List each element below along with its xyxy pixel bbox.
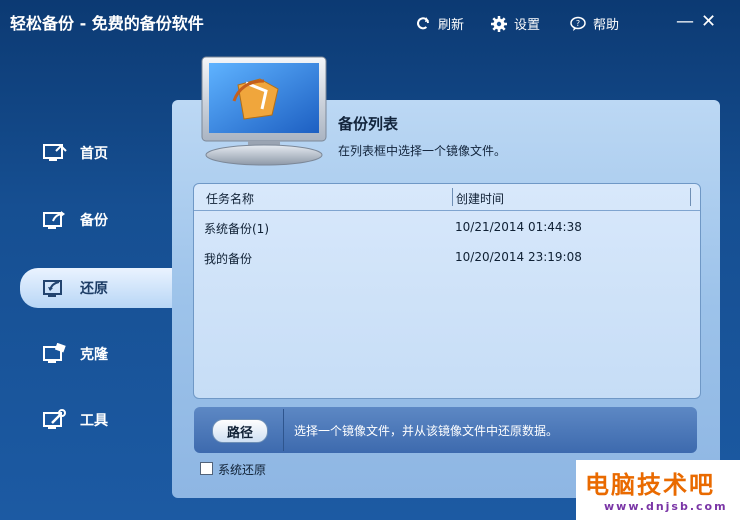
path-button[interactable]: 路径 <box>212 419 268 443</box>
refresh-button[interactable]: 刷新 <box>414 14 464 33</box>
table-row[interactable]: 我的备份 10/20/2014 23:19:08 <box>194 244 700 270</box>
refresh-icon <box>414 15 432 33</box>
help-icon: ? <box>569 15 587 33</box>
column-header-created-time[interactable]: 创建时间 <box>456 190 504 207</box>
sidebar-item-label: 首页 <box>80 146 108 162</box>
settings-label: 设置 <box>514 18 541 33</box>
window-title: 轻松备份 - 免费的备份软件 <box>10 14 204 33</box>
close-button[interactable]: ✕ <box>701 13 716 31</box>
sidebar-item-label: 备份 <box>80 213 108 229</box>
sidebar-item-home[interactable]: 首页 <box>20 133 170 173</box>
column-divider[interactable] <box>452 188 453 206</box>
task-name-cell: 系统备份(1) <box>204 222 269 236</box>
sidebar-item-clone[interactable]: 克隆 <box>20 334 170 374</box>
table-row[interactable]: 系统备份(1) 10/21/2014 01:44:38 <box>194 214 700 240</box>
monitor-restore-illustration <box>198 55 328 167</box>
sidebar-item-restore[interactable]: 还原 <box>20 268 180 308</box>
panel-title: 备份列表 <box>338 115 399 133</box>
settings-button[interactable]: 设置 <box>490 14 540 33</box>
app-window: 轻松备份 - 免费的备份软件 刷新 设置 ? 帮助 — ✕ 首页 备份 还原 克… <box>0 0 740 520</box>
sidebar-item-label: 工具 <box>80 413 108 429</box>
path-divider <box>283 409 284 451</box>
gear-icon <box>490 15 508 33</box>
created-time-cell: 10/21/2014 01:44:38 <box>455 220 582 234</box>
system-restore-checkbox[interactable] <box>200 462 213 475</box>
system-restore-label: 系统还原 <box>218 463 267 477</box>
help-label: 帮助 <box>593 18 620 33</box>
monitor-home-icon <box>42 140 68 166</box>
refresh-label: 刷新 <box>438 18 465 33</box>
panel-subtitle: 在列表框中选择一个镜像文件。 <box>338 144 507 158</box>
backup-list[interactable]: 任务名称 创建时间 系统备份(1) 10/21/2014 01:44:38 我的… <box>193 183 701 399</box>
monitor-tools-icon <box>42 407 68 433</box>
help-button[interactable]: ? 帮助 <box>569 14 619 33</box>
monitor-backup-icon <box>42 207 68 233</box>
watermark-url: www.dnjsb.com <box>604 500 728 513</box>
sidebar-item-backup[interactable]: 备份 <box>20 200 170 240</box>
sidebar-item-tools[interactable]: 工具 <box>20 400 170 440</box>
monitor-clone-icon <box>42 341 68 367</box>
column-divider[interactable] <box>690 188 691 206</box>
watermark-title: 电脑技术吧 <box>585 471 715 499</box>
monitor-restore-icon <box>42 275 68 301</box>
created-time-cell: 10/20/2014 23:19:08 <box>455 250 582 264</box>
column-header-task-name[interactable]: 任务名称 <box>206 190 254 207</box>
task-name-cell: 我的备份 <box>204 252 253 266</box>
minimize-button[interactable]: — <box>676 13 694 31</box>
path-hint: 选择一个镜像文件，并从该镜像文件中还原数据。 <box>294 424 559 438</box>
sidebar-item-label: 克隆 <box>80 347 108 363</box>
sidebar-item-label: 还原 <box>80 281 108 297</box>
svg-text:?: ? <box>576 19 580 28</box>
list-header: 任务名称 创建时间 <box>194 184 700 211</box>
